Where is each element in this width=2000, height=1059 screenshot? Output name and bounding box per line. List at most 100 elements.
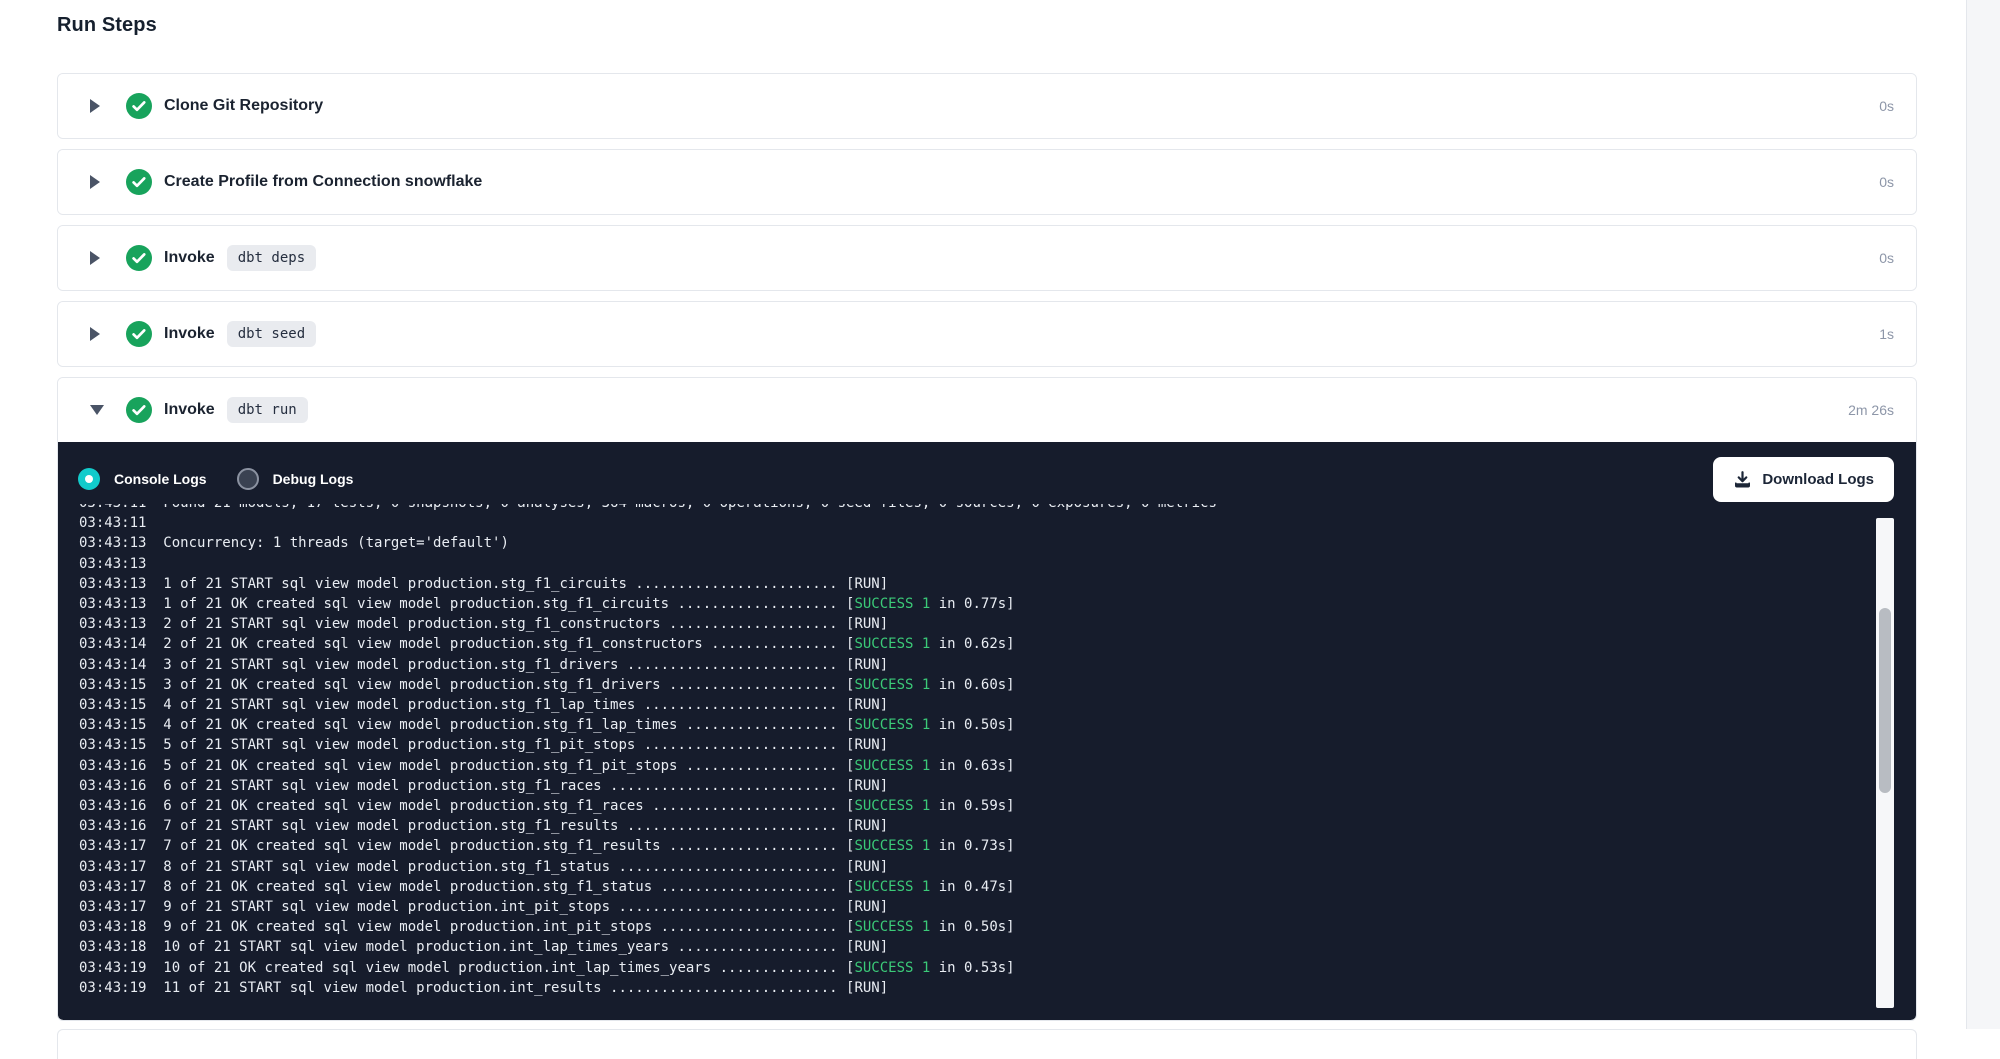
check-circle-icon bbox=[126, 397, 152, 423]
log-success-status: SUCCESS 1 bbox=[854, 758, 930, 774]
radio-debug-logs[interactable]: Debug Logs bbox=[237, 468, 354, 490]
log-line: 03:43:18 9 of 21 OK created sql view mod… bbox=[79, 917, 1872, 937]
log-success-status: SUCCESS 1 bbox=[854, 636, 930, 652]
log-timestamp: 03:43:15 bbox=[79, 737, 146, 753]
page-right-gutter bbox=[1966, 0, 2000, 1029]
log-scrollbar-thumb[interactable] bbox=[1879, 608, 1891, 793]
step-card: Invoke dbt seed 1s bbox=[57, 301, 1917, 367]
chevron-down-icon[interactable] bbox=[90, 405, 104, 415]
step-card: Invoke dbt run 2m 26s Console Logs Debug… bbox=[57, 377, 1917, 1021]
log-timestamp: 03:43:15 bbox=[79, 697, 146, 713]
log-line: 03:43:15 5 of 21 START sql view model pr… bbox=[79, 735, 1872, 755]
radio-console-logs[interactable]: Console Logs bbox=[78, 468, 207, 490]
log-success-status: SUCCESS 1 bbox=[854, 838, 930, 854]
log-timestamp: 03:43:15 bbox=[79, 677, 146, 693]
step-card: Invoke dbt deps 0s bbox=[57, 225, 1917, 291]
log-timestamp: 03:43:19 bbox=[79, 980, 146, 996]
log-line: 03:43:15 4 of 21 START sql view model pr… bbox=[79, 695, 1872, 715]
log-line: 03:43:16 6 of 21 START sql view model pr… bbox=[79, 776, 1872, 796]
log-line: 03:43:15 4 of 21 OK created sql view mod… bbox=[79, 715, 1872, 735]
log-timestamp: 03:43:16 bbox=[79, 758, 146, 774]
log-line: 03:43:15 3 of 21 OK created sql view mod… bbox=[79, 675, 1872, 695]
log-success-status: SUCCESS 1 bbox=[854, 596, 930, 612]
check-circle-icon bbox=[126, 93, 152, 119]
log-success-status: SUCCESS 1 bbox=[854, 798, 930, 814]
run-steps-section: Run Steps Clone Git Repository 0s bbox=[57, 14, 1917, 1059]
log-timestamp: 03:43:17 bbox=[79, 838, 146, 854]
log-success-status: SUCCESS 1 bbox=[854, 919, 930, 935]
download-logs-label: Download Logs bbox=[1762, 471, 1874, 488]
log-line: 03:43:11 Found 21 models, 17 tests, 0 sn… bbox=[79, 504, 1872, 513]
step-command-badge: dbt deps bbox=[227, 245, 316, 271]
log-scrollbar[interactable] bbox=[1876, 518, 1894, 1008]
check-circle-icon bbox=[126, 169, 152, 195]
log-success-status: SUCCESS 1 bbox=[854, 677, 930, 693]
radio-console-logs-label: Console Logs bbox=[114, 471, 207, 487]
log-line: 03:43:13 2 of 21 START sql view model pr… bbox=[79, 614, 1872, 634]
log-success-status: SUCCESS 1 bbox=[854, 879, 930, 895]
step-label: Invoke bbox=[164, 401, 215, 419]
step-card: Create Profile from Connection snowflake… bbox=[57, 149, 1917, 215]
log-line: 03:43:13 Concurrency: 1 threads (target=… bbox=[79, 533, 1872, 553]
log-timestamp: 03:43:17 bbox=[79, 879, 146, 895]
log-timestamp: 03:43:16 bbox=[79, 778, 146, 794]
log-line: 03:43:16 5 of 21 OK created sql view mod… bbox=[79, 756, 1872, 776]
check-circle-icon bbox=[126, 245, 152, 271]
log-timestamp: 03:43:16 bbox=[79, 798, 146, 814]
page-title: Run Steps bbox=[57, 14, 1917, 37]
step-label: Create Profile from Connection snowflake bbox=[164, 173, 482, 191]
log-line: 03:43:17 8 of 21 START sql view model pr… bbox=[79, 857, 1872, 877]
step-duration: 1s bbox=[1879, 326, 1894, 342]
log-timestamp: 03:43:13 bbox=[79, 616, 146, 632]
log-timestamp: 03:43:13 bbox=[79, 576, 146, 592]
log-line: 03:43:18 10 of 21 START sql view model p… bbox=[79, 937, 1872, 957]
step-row[interactable]: Invoke dbt seed 1s bbox=[58, 302, 1916, 366]
log-success-status: SUCCESS 1 bbox=[854, 717, 930, 733]
chevron-right-icon[interactable] bbox=[90, 175, 104, 189]
log-line: 03:43:13 1 of 21 OK created sql view mod… bbox=[79, 594, 1872, 614]
step-duration: 2m 26s bbox=[1848, 402, 1894, 418]
log-viewport[interactable]: 03:43:11 Found 21 models, 17 tests, 0 sn… bbox=[79, 504, 1872, 1006]
log-line: 03:43:16 6 of 21 OK created sql view mod… bbox=[79, 796, 1872, 816]
radio-selected-icon[interactable] bbox=[78, 468, 100, 490]
log-line: 03:43:17 7 of 21 OK created sql view mod… bbox=[79, 836, 1872, 856]
log-line: 03:43:16 7 of 21 START sql view model pr… bbox=[79, 816, 1872, 836]
step-duration: 0s bbox=[1879, 98, 1894, 114]
log-timestamp: 03:43:19 bbox=[79, 960, 146, 976]
log-timestamp: 03:43:17 bbox=[79, 899, 146, 915]
next-step-card-sliver bbox=[57, 1029, 1917, 1059]
radio-debug-logs-label: Debug Logs bbox=[273, 471, 354, 487]
log-line: 03:43:19 10 of 21 OK created sql view mo… bbox=[79, 958, 1872, 978]
log-line: 03:43:14 3 of 21 START sql view model pr… bbox=[79, 655, 1872, 675]
step-row[interactable]: Invoke dbt deps 0s bbox=[58, 226, 1916, 290]
log-timestamp: 03:43:18 bbox=[79, 919, 146, 935]
log-timestamp: 03:43:17 bbox=[79, 859, 146, 875]
download-logs-button[interactable]: Download Logs bbox=[1713, 457, 1894, 502]
chevron-right-icon[interactable] bbox=[90, 251, 104, 265]
step-command-badge: dbt seed bbox=[227, 321, 316, 347]
console-controls: Console Logs Debug Logs Download Logs bbox=[78, 456, 1894, 502]
step-command-badge: dbt run bbox=[227, 397, 308, 423]
log-line: 03:43:13 1 of 21 START sql view model pr… bbox=[79, 574, 1872, 594]
log-timestamp: 03:43:18 bbox=[79, 939, 146, 955]
log-timestamp: 03:43:11 bbox=[79, 515, 146, 531]
chevron-right-icon[interactable] bbox=[90, 327, 104, 341]
log-line: 03:43:17 9 of 21 START sql view model pr… bbox=[79, 897, 1872, 917]
log-timestamp: 03:43:13 bbox=[79, 596, 146, 612]
steps-list: Clone Git Repository 0s Create Profile f… bbox=[57, 73, 1917, 1021]
log-line: 03:43:13 bbox=[79, 554, 1872, 574]
log-timestamp: 03:43:15 bbox=[79, 717, 146, 733]
log-success-status: SUCCESS 1 bbox=[854, 960, 930, 976]
step-label: Invoke bbox=[164, 325, 215, 343]
step-row[interactable]: Create Profile from Connection snowflake… bbox=[58, 150, 1916, 214]
step-row[interactable]: Clone Git Repository 0s bbox=[58, 74, 1916, 138]
log-line: 03:43:19 11 of 21 START sql view model p… bbox=[79, 978, 1872, 998]
step-row[interactable]: Invoke dbt run 2m 26s bbox=[58, 378, 1916, 442]
radio-unselected-icon[interactable] bbox=[237, 468, 259, 490]
step-duration: 0s bbox=[1879, 174, 1894, 190]
chevron-right-icon[interactable] bbox=[90, 99, 104, 113]
log-line: 03:43:11 bbox=[79, 513, 1872, 533]
step-duration: 0s bbox=[1879, 250, 1894, 266]
log-timestamp: 03:43:16 bbox=[79, 818, 146, 834]
step-label: Clone Git Repository bbox=[164, 97, 323, 115]
